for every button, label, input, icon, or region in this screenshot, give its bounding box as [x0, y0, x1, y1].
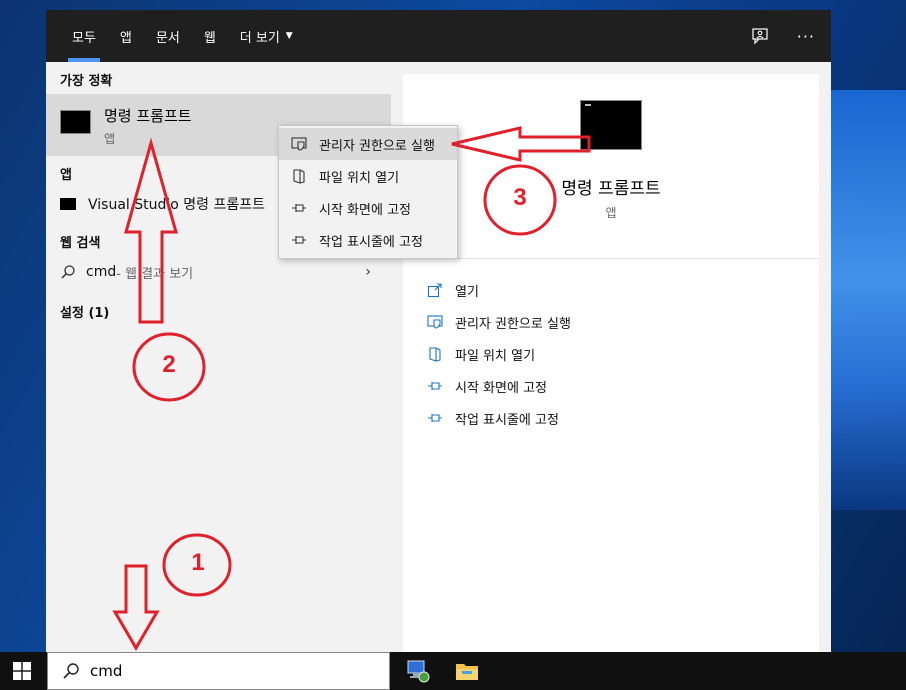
context-menu: 관리자 권한으로 실행 파일 위치 열기 시작 화면에 고정 작업 표시줄에 고… [278, 125, 458, 259]
chevron-down-icon: ▼ [285, 31, 293, 41]
pin-icon [428, 414, 442, 422]
annotation-number-2: 2 [162, 351, 176, 378]
preview-title: 명령 프롬프트 [561, 179, 661, 199]
divider [403, 258, 819, 259]
list-item-web-search[interactable]: cmd - 웹 결과 보기 › [46, 258, 391, 286]
preview-pane: 명령 프롬프트 앱 열기 관리자 권한으로 실행 파일 위치 열기 시작 화면에… [403, 74, 819, 652]
windows-start-icon[interactable] [13, 662, 31, 680]
context-item-label: 시작 화면에 고정 [319, 202, 411, 218]
tab-label: 모두 [72, 30, 96, 46]
tab-label: 더 보기 [239, 30, 280, 46]
annotation-number-1: 1 [191, 549, 205, 576]
context-open-file-location[interactable]: 파일 위치 열기 [279, 160, 457, 192]
desktop-glow [826, 90, 906, 510]
taskbar [0, 652, 906, 690]
context-item-label: 작업 표시줄에 고정 [319, 234, 423, 250]
annotation-number-3: 3 [513, 184, 527, 211]
action-run-as-admin[interactable]: 관리자 권한으로 실행 [427, 311, 571, 333]
action-label: 시작 화면에 고정 [455, 380, 547, 396]
search-icon [61, 265, 75, 279]
context-run-as-admin[interactable]: 관리자 권한으로 실행 [279, 128, 457, 160]
web-search-heading: 웹 검색 [60, 236, 101, 251]
shield-icon [291, 137, 307, 151]
pin-icon [292, 204, 306, 212]
context-pin-to-start[interactable]: 시작 화면에 고정 [279, 192, 457, 224]
pin-icon [292, 236, 306, 244]
best-match-heading: 가장 정확 [60, 74, 113, 89]
shield-icon [427, 315, 443, 329]
tab-documents[interactable]: 문서 [144, 10, 192, 62]
search-filter-bar: 모두 앱 문서 웹 더 보기 ▼ ··· [46, 10, 831, 62]
chevron-right-icon[interactable]: › [365, 264, 371, 280]
tab-all[interactable]: 모두 [60, 10, 108, 62]
pin-icon [428, 382, 442, 390]
file-explorer-icon[interactable] [455, 660, 479, 682]
context-pin-to-taskbar[interactable]: 작업 표시줄에 고정 [279, 224, 457, 256]
tab-web[interactable]: 웹 [192, 10, 228, 62]
preview-subtitle: 앱 [605, 206, 617, 220]
action-label: 작업 표시줄에 고정 [455, 412, 559, 428]
tab-label: 웹 [203, 30, 216, 46]
network-computer-icon[interactable] [405, 658, 431, 684]
best-match-title: 명령 프롬프트 [104, 107, 192, 125]
web-search-suffix: - 웹 결과 보기 [116, 266, 194, 282]
action-label: 열기 [455, 284, 479, 300]
list-item-label: Visual Studio 명령 프롬프트 [88, 197, 266, 213]
context-item-label: 관리자 권한으로 실행 [319, 138, 435, 154]
web-search-query: cmd [86, 264, 117, 280]
tab-more[interactable]: 더 보기 ▼ [228, 10, 305, 62]
file-location-icon [429, 347, 441, 362]
action-label: 파일 위치 열기 [455, 348, 536, 364]
apps-heading: 앱 [60, 168, 72, 183]
search-icon [63, 663, 79, 679]
file-location-icon [293, 169, 305, 184]
search-input[interactable] [90, 662, 370, 680]
tab-label: 문서 [155, 30, 180, 46]
more-options-icon[interactable]: ··· [797, 27, 815, 46]
taskbar-search-box[interactable] [47, 652, 390, 690]
action-pin-to-start[interactable]: 시작 화면에 고정 [427, 375, 547, 397]
action-open[interactable]: 열기 [427, 279, 479, 301]
settings-heading[interactable]: 설정 (1) [60, 302, 109, 321]
command-prompt-icon [60, 110, 91, 134]
best-match-subtitle: 앱 [104, 132, 116, 146]
tab-label: 앱 [119, 30, 132, 46]
feedback-icon[interactable] [751, 27, 769, 45]
start-search-panel: 모두 앱 문서 웹 더 보기 ▼ ··· 가장 정확 명령 프롬프트 앱 앱 Vi… [46, 10, 831, 652]
action-open-file-location[interactable]: 파일 위치 열기 [427, 343, 535, 365]
open-icon [427, 283, 442, 298]
context-item-label: 파일 위치 열기 [319, 170, 400, 186]
action-label: 관리자 권한으로 실행 [455, 316, 571, 332]
command-prompt-icon [580, 100, 642, 150]
command-prompt-icon [60, 198, 76, 210]
tab-apps[interactable]: 앱 [108, 10, 144, 62]
action-pin-to-taskbar[interactable]: 작업 표시줄에 고정 [427, 407, 559, 429]
